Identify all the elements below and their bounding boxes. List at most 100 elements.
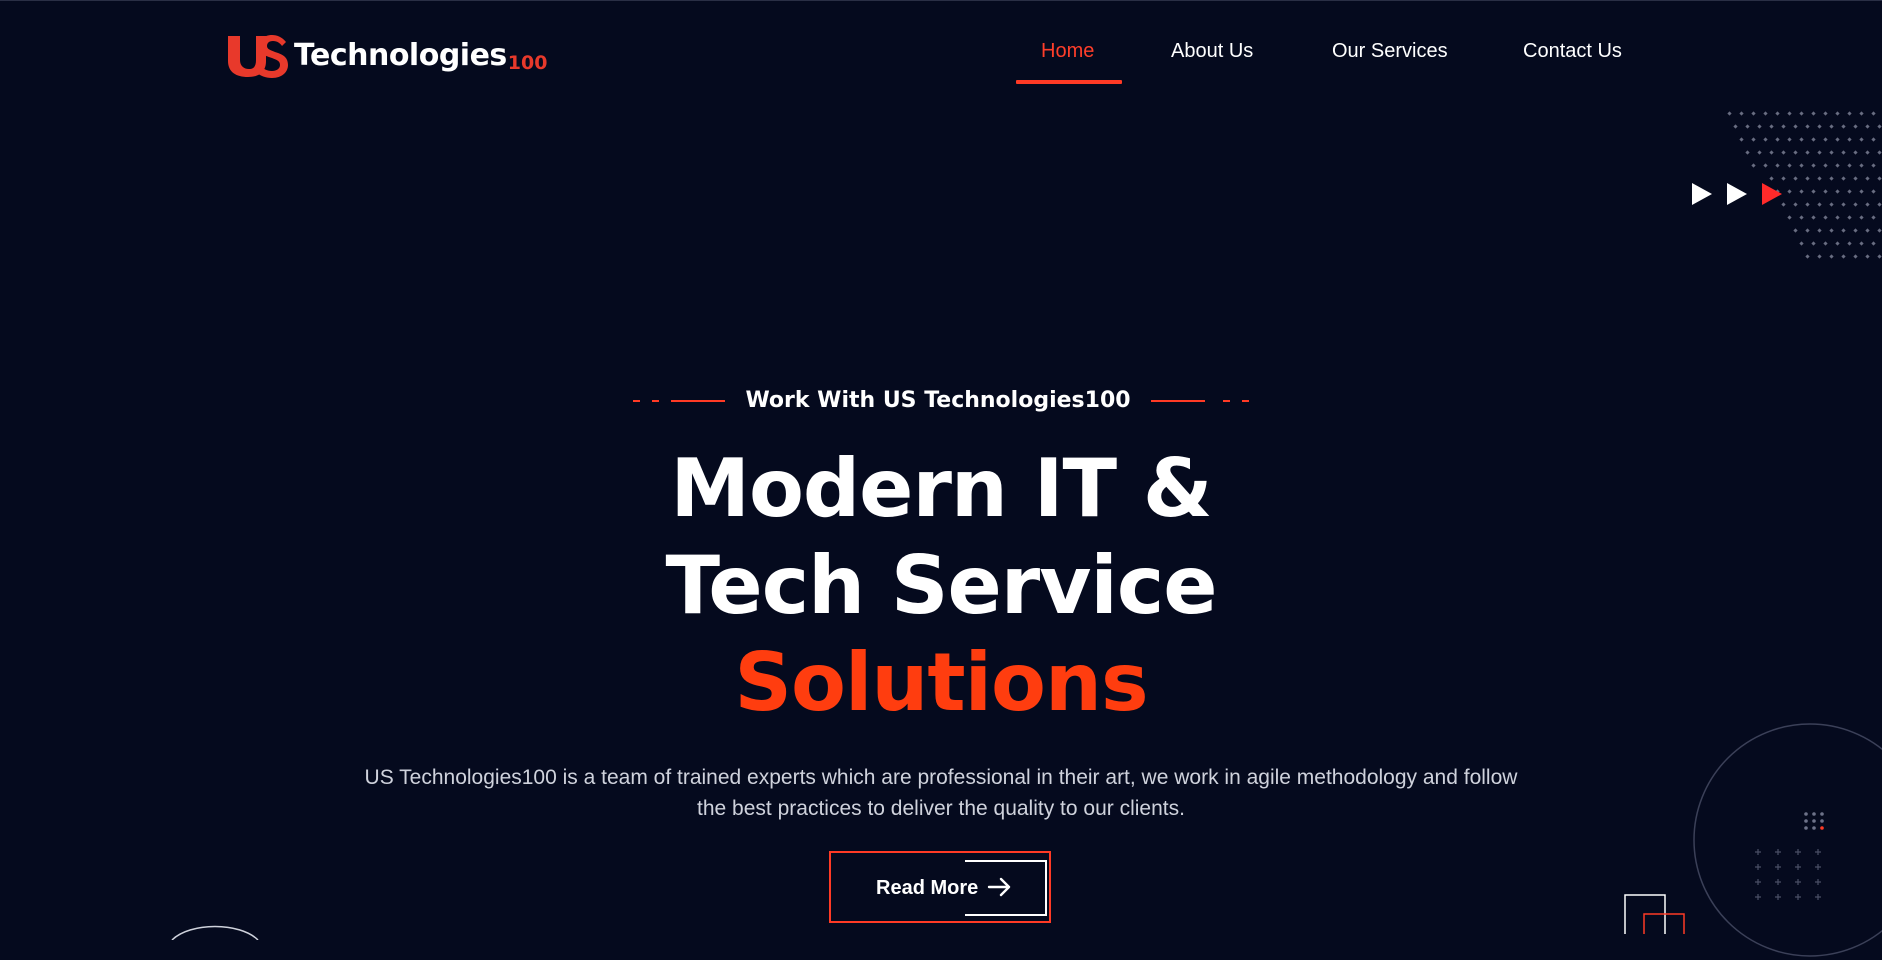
headline-line-2: Tech Service [665, 539, 1217, 632]
eyebrow-dash [1222, 399, 1230, 402]
pattern-dot [1871, 215, 1876, 220]
pattern-dot [1751, 137, 1756, 142]
pattern-dot [1865, 176, 1870, 181]
pattern-dot [1853, 176, 1858, 181]
grid-dot [1804, 812, 1808, 816]
pattern-dot [1775, 137, 1780, 142]
pattern-dot [1811, 137, 1816, 142]
pattern-dot [1865, 150, 1870, 155]
pattern-dot [1829, 150, 1834, 155]
pattern-dot [1871, 241, 1876, 246]
grid-plus [1815, 879, 1821, 885]
pattern-dot [1793, 228, 1798, 233]
pattern-dot [1823, 137, 1828, 142]
grid-plus [1815, 894, 1821, 900]
pattern-dot [1805, 202, 1810, 207]
site-logo[interactable]: Technologies 100 [226, 32, 547, 78]
logo-suffix: 100 [507, 52, 548, 74]
top-border [0, 0, 1882, 1]
pattern-dot [1733, 124, 1738, 129]
hero-headline: Modern IT & Tech Service Solutions [0, 440, 1882, 731]
pattern-dot [1727, 111, 1732, 116]
pattern-dot [1841, 150, 1846, 155]
pattern-dot [1835, 111, 1840, 116]
nav-home[interactable]: Home [1041, 40, 1094, 63]
pattern-dot [1877, 124, 1882, 129]
nav-contact-us[interactable]: Contact Us [1523, 40, 1622, 63]
nav-about-us[interactable]: About Us [1171, 40, 1253, 63]
pattern-dot [1817, 228, 1822, 233]
pattern-dot [1787, 215, 1792, 220]
outline-squares-decoration [1624, 894, 1685, 934]
pattern-dot [1811, 163, 1816, 168]
pattern-dot [1811, 111, 1816, 116]
pattern-dot [1781, 124, 1786, 129]
pattern-dot [1787, 163, 1792, 168]
pattern-dot [1871, 163, 1876, 168]
pattern-dot [1805, 124, 1810, 129]
pattern-dot [1817, 176, 1822, 181]
pattern-dot [1817, 254, 1822, 259]
pattern-dot [1787, 137, 1792, 142]
pattern-dot [1799, 215, 1804, 220]
pattern-dot [1769, 150, 1774, 155]
pattern-dot [1751, 111, 1756, 116]
read-more-button[interactable]: Read More [829, 851, 1051, 923]
grid-plus [1775, 849, 1781, 855]
grid-dot [1812, 819, 1816, 823]
grid-plus [1795, 864, 1801, 870]
pattern-dot [1781, 150, 1786, 155]
pattern-dot [1787, 111, 1792, 116]
outline-circle-left-decoration [171, 925, 259, 940]
pattern-dot [1835, 241, 1840, 246]
pattern-dot [1775, 163, 1780, 168]
pattern-dot [1865, 228, 1870, 233]
grid-plus [1755, 894, 1761, 900]
pattern-dot [1835, 163, 1840, 168]
hero-eyebrow: Work With US Technologies100 [0, 388, 1882, 413]
pattern-dot [1859, 137, 1864, 142]
logo-name: Technologies [294, 38, 507, 73]
grid-dot [1820, 826, 1824, 830]
pattern-dot [1805, 150, 1810, 155]
grid-plus [1815, 864, 1821, 870]
nav-active-indicator [1016, 80, 1122, 84]
pattern-dot [1859, 215, 1864, 220]
pattern-dot [1877, 228, 1882, 233]
grid-dot [1820, 812, 1824, 816]
arrow-right-icon [987, 877, 1011, 897]
pattern-dot [1877, 150, 1882, 155]
pattern-dot [1823, 163, 1828, 168]
pattern-dot [1805, 254, 1810, 259]
pattern-dot [1841, 124, 1846, 129]
pattern-dot [1829, 228, 1834, 233]
pattern-dot [1847, 241, 1852, 246]
pattern-dot [1841, 202, 1846, 207]
grid-plus [1755, 879, 1761, 885]
grid-dot [1820, 819, 1824, 823]
pattern-dot [1805, 228, 1810, 233]
pattern-dot [1763, 163, 1768, 168]
grid-plus [1775, 879, 1781, 885]
description-line-1: US Technologies100 is a team of trained … [364, 766, 1518, 789]
pattern-dot [1841, 176, 1846, 181]
pattern-dot [1853, 150, 1858, 155]
pattern-dot [1865, 124, 1870, 129]
pattern-dot [1799, 137, 1804, 142]
pattern-dot [1859, 241, 1864, 246]
pattern-dot [1835, 189, 1840, 194]
pattern-dot [1823, 189, 1828, 194]
us-logo-mark-icon [228, 35, 288, 78]
pattern-dot [1829, 176, 1834, 181]
pattern-dot [1847, 189, 1852, 194]
pattern-dot [1853, 202, 1858, 207]
pattern-dot [1757, 150, 1762, 155]
pattern-dot [1757, 124, 1762, 129]
grid-plus [1775, 894, 1781, 900]
nav-our-services[interactable]: Our Services [1332, 40, 1448, 63]
pattern-dot [1829, 254, 1834, 259]
pattern-dot [1817, 150, 1822, 155]
pattern-dot [1847, 215, 1852, 220]
pattern-dot [1799, 241, 1804, 246]
pattern-dot [1853, 254, 1858, 259]
